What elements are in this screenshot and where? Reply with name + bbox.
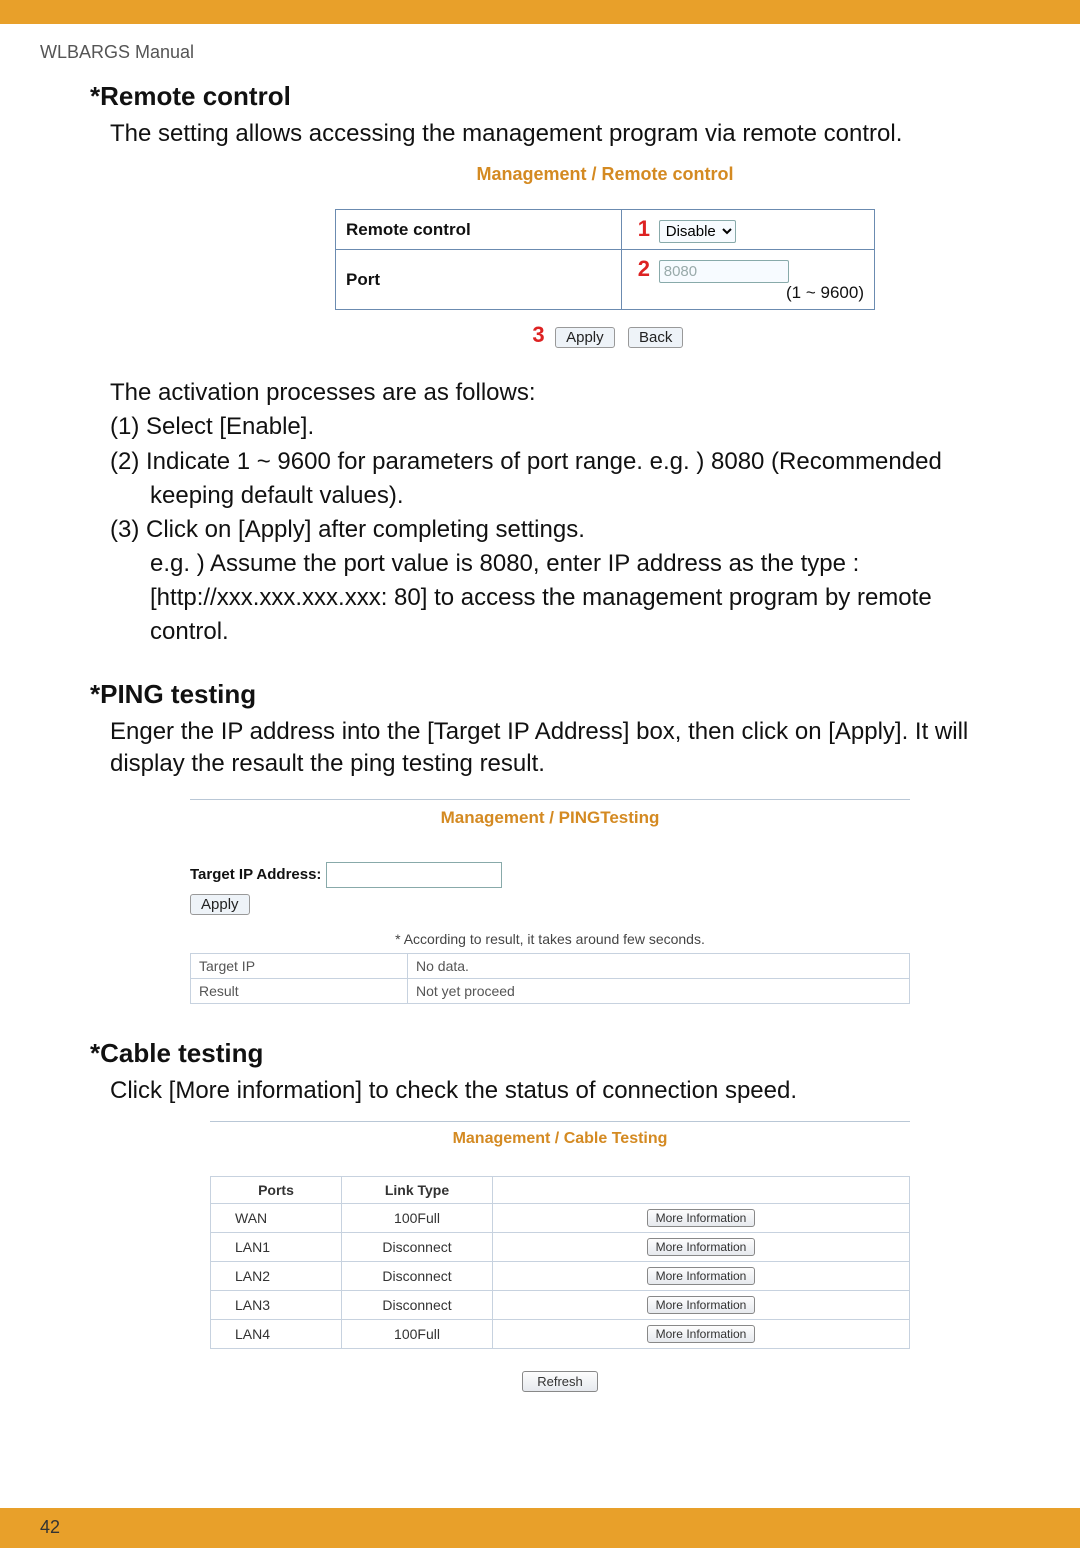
link-type: Disconnect <box>342 1262 493 1291</box>
remote-steps: The activation processes are as follows:… <box>110 376 1020 649</box>
step-line: [http://xxx.xxx.xxx.xxx: 80] to access t… <box>110 581 1020 615</box>
callout-1: 1 <box>632 216 650 242</box>
ping-result-table: Target IP No data. Result Not yet procee… <box>190 953 910 1004</box>
remote-actions: 3 Apply Back <box>190 322 1020 348</box>
port-name: LAN2 <box>211 1262 342 1291</box>
cable-intro: Click [More information] to check the st… <box>110 1075 1020 1107</box>
port-input[interactable] <box>659 260 789 283</box>
divider <box>210 1121 910 1122</box>
port-name: LAN3 <box>211 1291 342 1320</box>
step-line: (3) Click on [Apply] after completing se… <box>110 513 1020 547</box>
cable-fig-title: Management / Cable Testing <box>210 1130 910 1148</box>
ping-apply-row: Apply <box>190 894 910 915</box>
callout-2: 2 <box>632 256 650 282</box>
table-row: LAN2 Disconnect More Information <box>211 1262 910 1291</box>
action-cell: More Information <box>493 1233 910 1262</box>
table-row: Result Not yet proceed <box>191 978 910 1003</box>
table-row: LAN4 100Full More Information <box>211 1320 910 1349</box>
ping-fig-title: Management / PINGTesting <box>190 808 910 828</box>
section-heading-ping: *PING testing <box>90 679 1020 710</box>
port-name: LAN1 <box>211 1233 342 1262</box>
result-label: Target IP <box>191 953 408 978</box>
table-header-row: Ports Link Type <box>211 1177 910 1204</box>
step-line: e.g. ) Assume the port value is 8080, en… <box>110 547 1020 581</box>
step-line: The activation processes are as follows: <box>110 376 1020 410</box>
page-content: WLBARGS Manual *Remote control The setti… <box>0 24 1080 1392</box>
action-cell: More Information <box>493 1320 910 1349</box>
col-link-type: Link Type <box>342 1177 493 1204</box>
col-ports: Ports <box>211 1177 342 1204</box>
remote-control-value-cell: 1 Disable <box>622 210 875 250</box>
table-row: WAN 100Full More Information <box>211 1204 910 1233</box>
more-information-button[interactable]: More Information <box>647 1238 756 1256</box>
top-accent-bar <box>0 0 1080 24</box>
link-type: Disconnect <box>342 1233 493 1262</box>
callout-3: 3 <box>527 322 545 348</box>
port-range-hint: (1 ~ 9600) <box>786 283 864 303</box>
more-information-button[interactable]: More Information <box>647 1296 756 1314</box>
port-value-cell: 2 (1 ~ 9600) <box>622 250 875 310</box>
manual-title: WLBARGS Manual <box>40 42 1020 63</box>
section-heading-remote: *Remote control <box>90 81 1020 112</box>
more-information-button[interactable]: More Information <box>647 1209 756 1227</box>
step-line: control. <box>110 615 1020 649</box>
port-name: WAN <box>211 1204 342 1233</box>
ping-apply-button[interactable]: Apply <box>190 894 250 915</box>
col-action <box>493 1177 910 1204</box>
target-ip-label: Target IP Address: <box>190 866 321 883</box>
port-name: LAN4 <box>211 1320 342 1349</box>
manual-page: WLBARGS Manual *Remote control The setti… <box>0 0 1080 1548</box>
port-label: Port <box>336 250 622 310</box>
result-value: No data. <box>408 953 910 978</box>
table-row: LAN1 Disconnect More Information <box>211 1233 910 1262</box>
ping-intro: Enger the IP address into the [Target IP… <box>110 716 1020 781</box>
remote-control-table: Remote control 1 Disable Port 2 (1 ~ 960… <box>335 209 875 310</box>
ping-note: * According to result, it takes around f… <box>190 931 910 947</box>
remote-intro: The setting allows accessing the managem… <box>110 118 1020 150</box>
remote-fig-title: Management / Remote control <box>190 164 1020 185</box>
back-button[interactable]: Back <box>628 327 683 348</box>
table-row: Remote control 1 Disable <box>336 210 875 250</box>
remote-figure: Management / Remote control Remote contr… <box>190 164 1020 348</box>
refresh-button[interactable]: Refresh <box>522 1371 598 1392</box>
section-heading-cable: *Cable testing <box>90 1038 1020 1069</box>
step-line: (1) Select [Enable]. <box>110 410 1020 444</box>
link-type: 100Full <box>342 1204 493 1233</box>
ping-figure: Management / PINGTesting Target IP Addre… <box>190 799 910 1004</box>
divider <box>190 799 910 800</box>
remote-control-label: Remote control <box>336 210 622 250</box>
table-row: Port 2 (1 ~ 9600) <box>336 250 875 310</box>
apply-button[interactable]: Apply <box>555 327 615 348</box>
cable-table: Ports Link Type WAN 100Full More Informa… <box>210 1176 910 1349</box>
page-number: 42 <box>40 1517 60 1538</box>
remote-control-select[interactable]: Disable <box>659 220 736 243</box>
result-value: Not yet proceed <box>408 978 910 1003</box>
more-information-button[interactable]: More Information <box>647 1325 756 1343</box>
step-line: keeping default values). <box>110 479 1020 513</box>
action-cell: More Information <box>493 1204 910 1233</box>
more-information-button[interactable]: More Information <box>647 1267 756 1285</box>
link-type: 100Full <box>342 1320 493 1349</box>
result-label: Result <box>191 978 408 1003</box>
step-line: (2) Indicate 1 ~ 9600 for parameters of … <box>110 445 1020 479</box>
table-row: Target IP No data. <box>191 953 910 978</box>
target-ip-input[interactable] <box>326 862 502 888</box>
cable-figure: Management / Cable Testing Ports Link Ty… <box>210 1121 910 1392</box>
target-ip-row: Target IP Address: <box>190 862 910 888</box>
table-row: LAN3 Disconnect More Information <box>211 1291 910 1320</box>
action-cell: More Information <box>493 1262 910 1291</box>
bottom-accent-bar <box>0 1508 1080 1548</box>
refresh-row: Refresh <box>210 1371 910 1392</box>
action-cell: More Information <box>493 1291 910 1320</box>
link-type: Disconnect <box>342 1291 493 1320</box>
